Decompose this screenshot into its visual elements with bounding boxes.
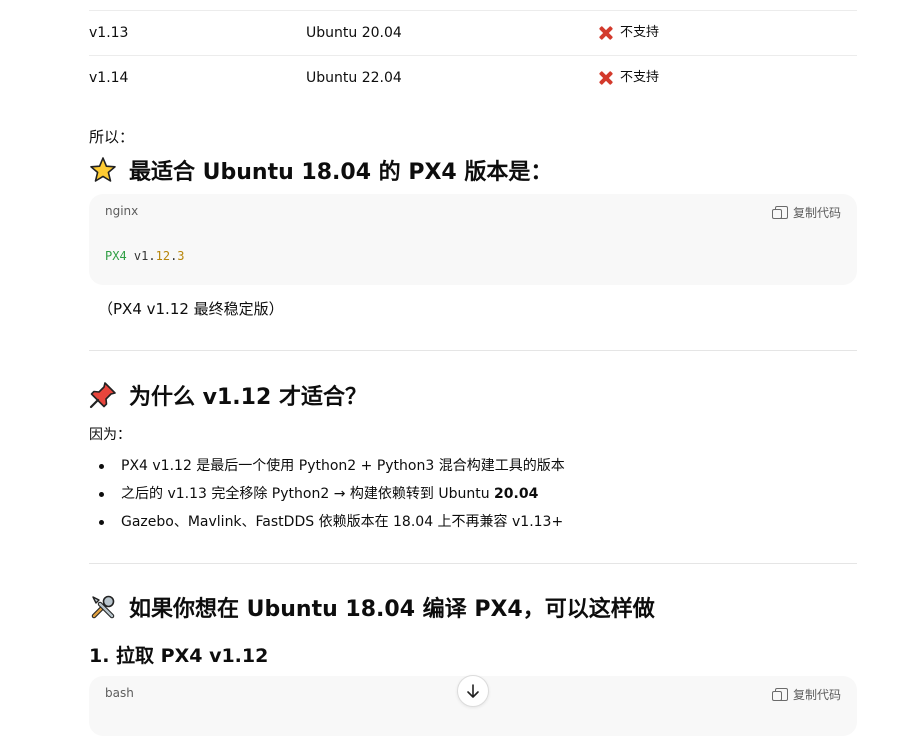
copy-code-label: 复制代码 — [792, 688, 841, 702]
copy-code-button[interactable]: 复制代码 — [771, 204, 841, 221]
code-token-plain: v1. — [133, 249, 156, 263]
how-to-heading: 如果你想在 Ubuntu 18.04 编译 PX4，可以这样做 — [89, 591, 655, 623]
scroll-to-bottom-button[interactable] — [457, 675, 489, 707]
section-divider — [89, 350, 857, 351]
version-note: （PX4 v1.12 最终稳定版） — [98, 300, 284, 318]
table-cell-os: Ubuntu 20.04 — [306, 25, 402, 41]
pushpin-icon — [89, 381, 117, 409]
list-item-text: 之后的 v1.13 完全移除 Python2 → 构建依赖转到 Ubuntu — [121, 486, 495, 502]
table-cell-version: v1.14 — [89, 70, 129, 86]
star-icon — [89, 156, 117, 184]
reasons-list: PX4 v1.12 是最后一个使用 Python2 + Python3 混合构建… — [89, 452, 565, 536]
table-cell-status: 不支持 — [598, 11, 659, 55]
because-label: 因为： — [89, 427, 131, 443]
heading-text: 如果你想在 Ubuntu 18.04 编译 PX4，可以这样做 — [129, 597, 655, 622]
heading-text: 为什么 v1.12 才适合？ — [129, 385, 367, 410]
section-divider — [89, 563, 857, 564]
cross-mark-icon — [598, 25, 614, 41]
table-row: v1.14 Ubuntu 22.04 不支持 — [89, 56, 857, 100]
status-text: 不支持 — [620, 25, 660, 40]
list-item: Gazebo、Mavlink、FastDDS 依赖版本在 18.04 上不再兼容… — [99, 508, 565, 536]
copy-icon — [771, 206, 788, 219]
code-token-number: 12 — [155, 249, 171, 263]
status-text: 不支持 — [620, 70, 660, 85]
list-item: 之后的 v1.13 完全移除 Python2 → 构建依赖转到 Ubuntu 2… — [99, 480, 565, 508]
table-cell-os: Ubuntu 22.04 — [306, 70, 402, 86]
code-token-number: 3 — [177, 249, 185, 263]
heading-text: 最适合 Ubuntu 18.04 的 PX4 版本是： — [129, 160, 553, 185]
code-line: PX4 v1.12.3 — [105, 249, 185, 263]
list-item: PX4 v1.12 是最后一个使用 Python2 + Python3 混合构建… — [99, 452, 565, 480]
table-cell-status: 不支持 — [598, 56, 659, 100]
copy-icon — [771, 688, 788, 701]
code-token-keyword: PX4 — [105, 249, 127, 263]
list-item-text: PX4 v1.12 是最后一个使用 Python2 + Python3 混合构建… — [121, 458, 565, 474]
code-block: nginx 复制代码 PX4 v1.12.3 — [89, 194, 857, 285]
cross-mark-icon — [598, 70, 614, 86]
table-row: v1.13 Ubuntu 20.04 不支持 — [89, 11, 857, 56]
list-item-bold: 20.04 — [494, 486, 539, 502]
tools-icon — [89, 593, 117, 621]
code-language-label: bash — [105, 686, 134, 700]
why-heading: 为什么 v1.12 才适合？ — [89, 379, 367, 411]
copy-code-button[interactable]: 复制代码 — [771, 686, 841, 703]
so-label: 所以： — [89, 128, 135, 146]
code-language-label: nginx — [105, 204, 139, 218]
copy-code-label: 复制代码 — [792, 206, 841, 220]
step-heading: 1. 拉取 PX4 v1.12 — [89, 645, 269, 667]
table-cell-version: v1.13 — [89, 25, 129, 41]
best-version-heading: 最适合 Ubuntu 18.04 的 PX4 版本是： — [89, 154, 552, 186]
list-item-text: Gazebo、Mavlink、FastDDS 依赖版本在 18.04 上不再兼容… — [121, 514, 564, 530]
arrow-down-icon — [467, 684, 479, 698]
